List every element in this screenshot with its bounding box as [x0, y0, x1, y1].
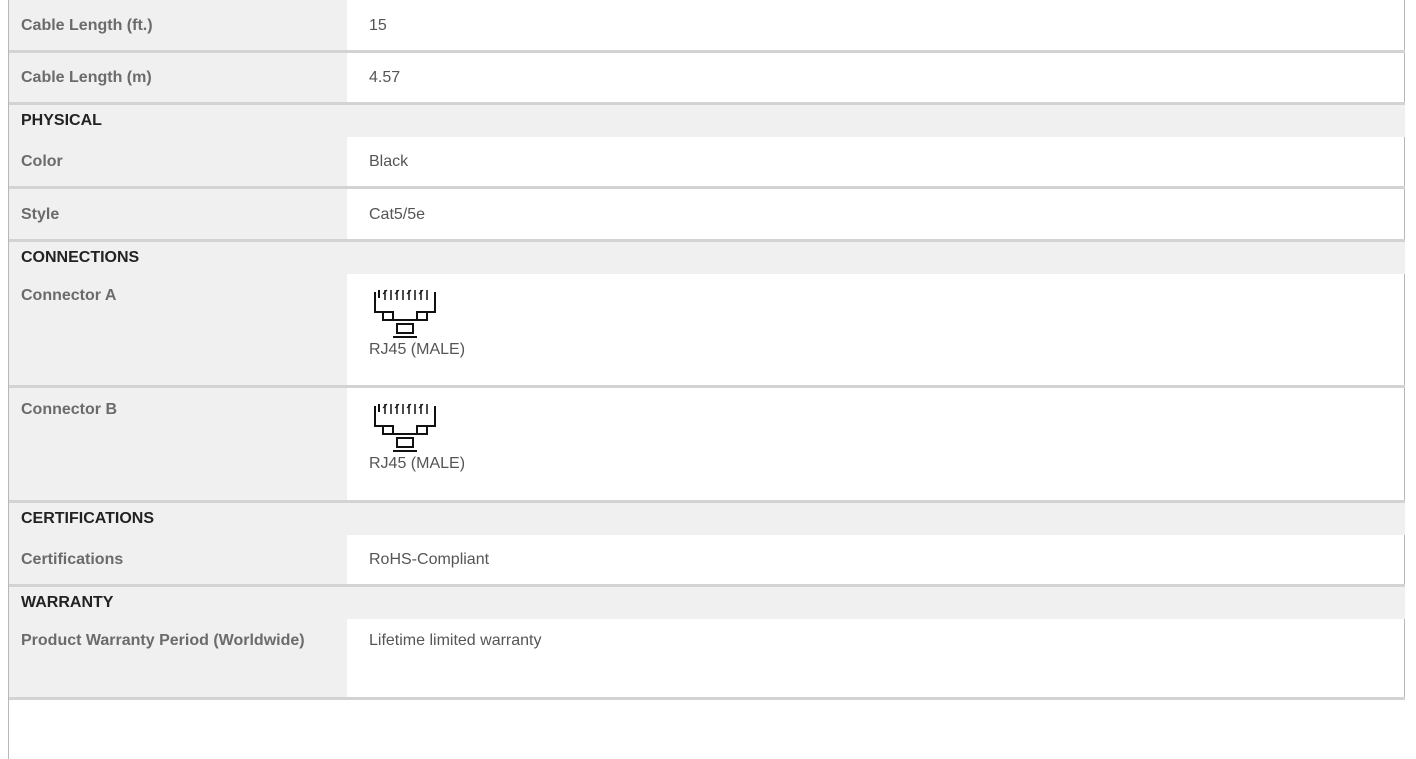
spec-row-warranty: Product Warranty Period (Worldwide) Life…: [9, 619, 1405, 700]
spec-label: Certifications: [9, 535, 347, 584]
section-heading-connections: CONNECTIONS: [9, 242, 1405, 274]
spec-label: Connector A: [9, 274, 347, 385]
connector-a-type: RJ45 (MALE): [369, 341, 466, 358]
rj45-connector-icon: [374, 403, 436, 452]
section-heading-warranty: WARRANTY: [9, 587, 1405, 619]
spec-label: Connector B: [9, 388, 347, 500]
spec-row-cable-length-ft: Cable Length (ft.) 15: [9, 0, 1405, 53]
spec-row-style: Style Cat5/5e: [9, 189, 1405, 242]
spec-value: RoHS-Compliant: [357, 535, 1405, 584]
spec-page: Cable Length (ft.) 15 Cable Length (m) 4…: [0, 0, 1416, 759]
section-heading-physical: PHYSICAL: [9, 105, 1405, 137]
spec-value: RJ45 (MALE): [357, 274, 1405, 385]
spec-value: Cat5/5e: [357, 189, 1405, 239]
spec-value: 4.57: [357, 53, 1405, 102]
section-heading-certifications: CERTIFICATIONS: [9, 503, 1405, 535]
connector-b-type: RJ45 (MALE): [369, 455, 466, 472]
spec-row-cable-length-m: Cable Length (m) 4.57: [9, 53, 1405, 105]
spec-value: Black: [357, 137, 1405, 186]
spec-label: Style: [9, 189, 347, 239]
rj45-connector-icon: [374, 289, 436, 338]
spec-row-connector-b: Connector B RJ45 (MALE): [9, 388, 1405, 503]
spec-row-certifications: Certifications RoHS-Compliant: [9, 535, 1405, 587]
spec-row-connector-a: Connector A RJ45 (MALE): [9, 274, 1405, 388]
spec-row-color: Color Black: [9, 137, 1405, 189]
spec-label: Cable Length (ft.): [9, 0, 347, 50]
spec-value: Lifetime limited warranty: [357, 619, 1405, 697]
spec-value: RJ45 (MALE): [357, 388, 1405, 500]
spec-label: Cable Length (m): [9, 53, 347, 102]
spec-value: 15: [357, 0, 1405, 50]
spec-label: Color: [9, 137, 347, 186]
spec-label: Product Warranty Period (Worldwide): [9, 619, 347, 697]
spec-table: Cable Length (ft.) 15 Cable Length (m) 4…: [9, 0, 1405, 700]
